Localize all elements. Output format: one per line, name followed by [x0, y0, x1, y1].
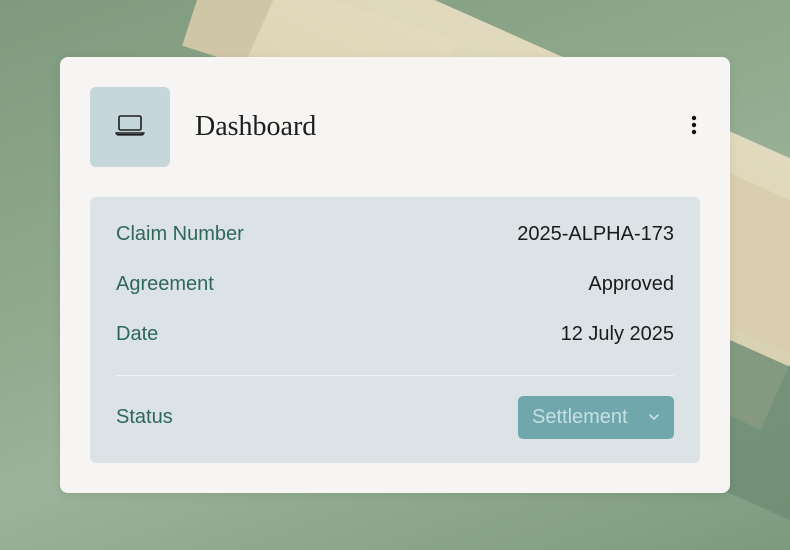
- status-select-value: Settlement: [532, 405, 628, 428]
- more-vertical-icon: [691, 115, 697, 140]
- claim-details-panel: Claim Number 2025-ALPHA-173 Agreement Ap…: [90, 197, 700, 463]
- detail-value: Approved: [588, 272, 674, 295]
- dashboard-card: Dashboard Claim Number 2025-ALPHA-173 Ag…: [60, 57, 730, 493]
- page-title: Dashboard: [195, 111, 317, 142]
- card-header: Dashboard: [90, 87, 700, 167]
- detail-label: Date: [116, 322, 159, 345]
- detail-label: Claim Number: [116, 222, 244, 245]
- status-select[interactable]: Settlement: [518, 395, 674, 439]
- detail-value: 12 July 2025: [560, 322, 674, 345]
- chevron-down-icon: [648, 413, 660, 421]
- laptop-icon-tile: [90, 87, 170, 167]
- detail-row-date: Date 12 July 2025: [116, 319, 674, 349]
- detail-row-claim-number: Claim Number 2025-ALPHA-173: [116, 219, 674, 249]
- laptop-icon: [115, 113, 145, 142]
- status-label: Status: [116, 405, 173, 428]
- detail-row-agreement: Agreement Approved: [116, 269, 674, 299]
- detail-label: Agreement: [116, 272, 214, 295]
- detail-value: 2025-ALPHA-173: [517, 222, 674, 245]
- more-options-button[interactable]: [682, 107, 706, 147]
- detail-row-status: Status Settlement: [116, 395, 674, 439]
- divider: [116, 375, 674, 376]
